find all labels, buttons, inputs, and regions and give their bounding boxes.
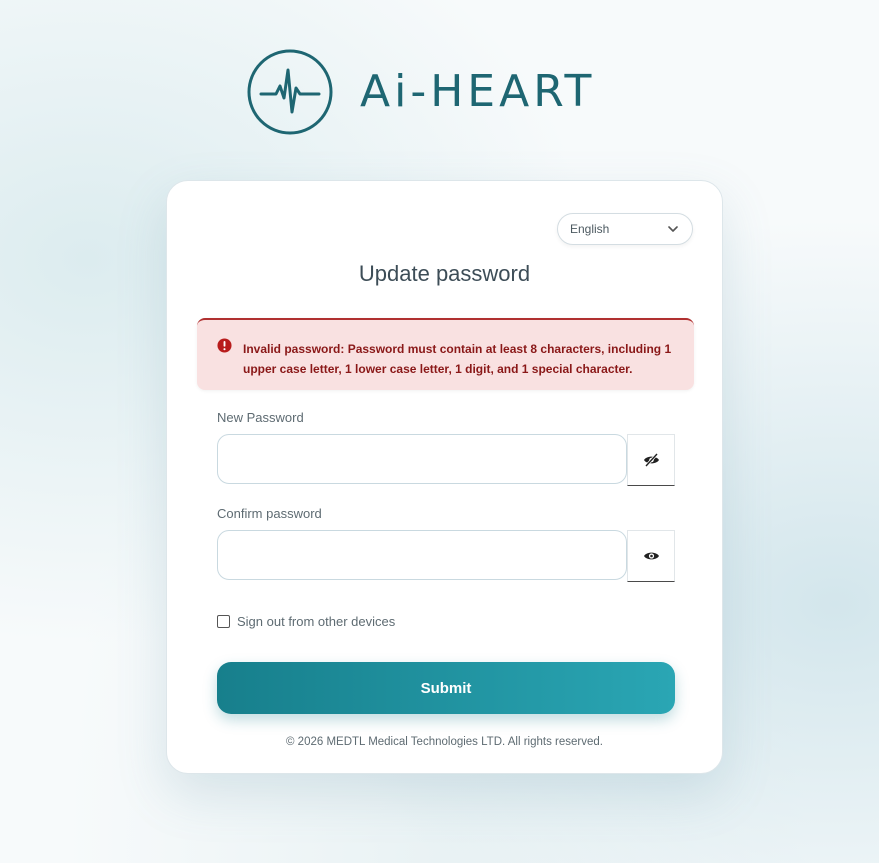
confirm-password-input[interactable]: [217, 530, 627, 580]
brand-logo: Ai-HEART: [246, 48, 636, 138]
toggle-new-password-visibility-button[interactable]: [627, 434, 675, 486]
error-alert: Invalid password: Password must contain …: [197, 318, 694, 390]
toggle-confirm-password-visibility-button[interactable]: [627, 530, 675, 582]
error-alert-message: Invalid password: Password must contain …: [243, 342, 672, 376]
heartbeat-circle-icon: [247, 49, 333, 135]
chevron-down-icon: [668, 226, 678, 232]
language-selected-label: English: [570, 222, 610, 236]
eye-slash-icon: [644, 453, 659, 467]
eye-icon: [644, 552, 659, 560]
update-password-card: English Update password Invalid password…: [166, 180, 723, 774]
new-password-input[interactable]: [217, 434, 627, 484]
new-password-label: New Password: [217, 410, 304, 425]
sign-out-other-devices-label[interactable]: Sign out from other devices: [237, 614, 395, 629]
footer-copyright: © 2026 MEDTL Medical Technologies LTD. A…: [286, 736, 603, 748]
brand-name: Ai-HEART: [360, 66, 596, 117]
language-select[interactable]: English: [557, 213, 693, 245]
confirm-password-label: Confirm password: [217, 506, 322, 521]
submit-button[interactable]: Submit: [217, 662, 675, 714]
page-title: Update password: [358, 261, 531, 286]
error-circle-icon: [217, 338, 232, 353]
sign-out-other-devices-checkbox[interactable]: [217, 615, 230, 628]
